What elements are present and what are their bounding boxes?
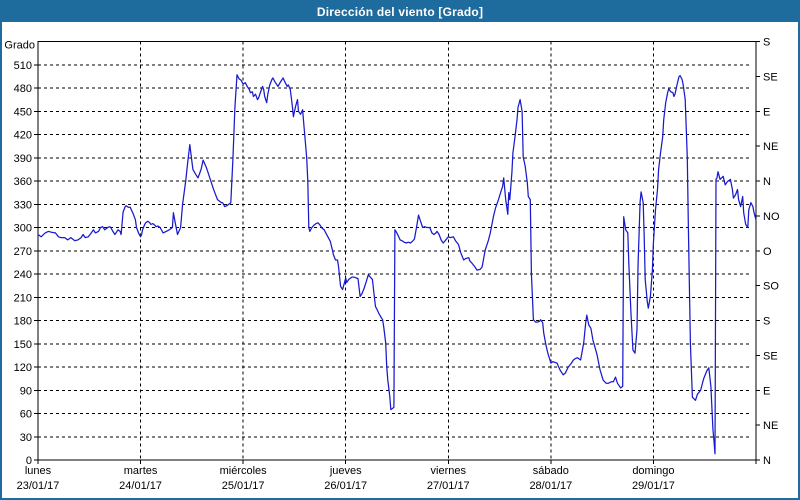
y-axis-tick-label: 150 [14,339,32,351]
day-name-label: sábado [533,465,569,477]
y-axis-tick-label: 60 [20,409,32,421]
day-date-label: 23/01/17 [17,480,60,492]
y-axis-tick-label: 300 [14,223,32,235]
plot-frame [38,42,756,461]
day-date-label: 26/01/17 [324,480,367,492]
y-axis-tick-label: 420 [14,130,32,142]
day-name-label: martes [124,465,158,477]
y-axis-tick-label: 450 [14,106,32,118]
wind-direction-line [38,75,756,454]
y-axis-tick-label: 390 [14,153,32,165]
compass-label: S [763,316,770,328]
y-axis-tick-label: 330 [14,199,32,211]
compass-label: O [763,246,772,258]
day-name-label: domingo [632,465,674,477]
y-axis-title: Grado [4,40,35,52]
compass-label: SO [763,281,779,293]
app-window: Dirección del viento [Grado] 03060901201… [0,0,800,500]
compass-label: N [763,455,771,467]
day-date-label: 24/01/17 [119,480,162,492]
y-axis-tick-label: 240 [14,269,32,281]
compass-label: SE [763,71,778,83]
compass-label: NE [763,420,778,432]
day-date-label: 25/01/17 [222,480,265,492]
y-axis-tick-label: 510 [14,60,32,72]
y-axis-tick-label: 90 [20,385,32,397]
day-name-label: lunes [25,465,52,477]
day-name-label: miércoles [220,465,268,477]
y-axis-tick-label: 270 [14,246,32,258]
y-axis-tick-label: 120 [14,362,32,374]
y-axis-tick-label: 180 [14,316,32,328]
compass-label: N [763,176,771,188]
compass-label: SE [763,350,778,362]
day-name-label: viernes [431,465,467,477]
compass-label: S [763,37,770,49]
compass-label: E [763,385,770,397]
day-date-label: 28/01/17 [529,480,572,492]
compass-label: E [763,106,770,118]
y-axis-tick-label: 360 [14,176,32,188]
y-axis-tick-label: 480 [14,83,32,95]
day-date-label: 27/01/17 [427,480,470,492]
day-name-label: jueves [329,465,362,477]
y-axis-tick-label: 30 [20,432,32,444]
day-date-label: 29/01/17 [632,480,675,492]
wind-direction-chart: 0306090120150180210240270300330360390420… [0,0,800,500]
y-axis-tick-label: 210 [14,292,32,304]
compass-label: NO [763,211,780,223]
compass-label: NE [763,141,778,153]
